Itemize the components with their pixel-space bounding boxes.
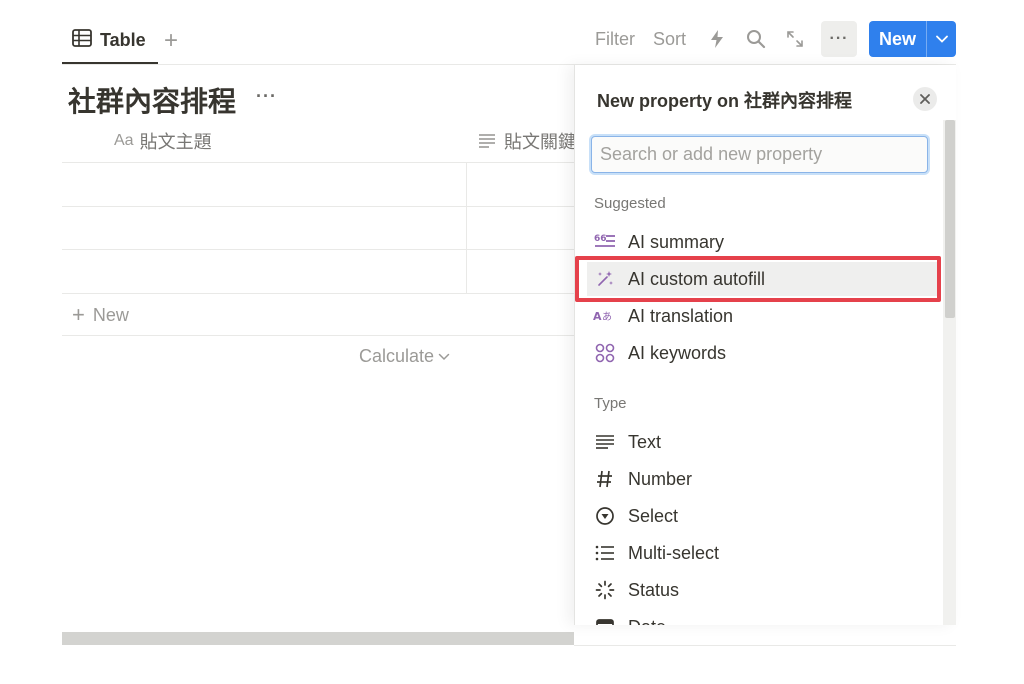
property-type-label: Date	[628, 617, 666, 626]
horizontal-scrollbar[interactable]	[62, 632, 574, 645]
property-option-label: AI translation	[628, 305, 734, 326]
svg-text:66: 66	[594, 234, 607, 244]
automation-bolt-icon[interactable]	[704, 26, 730, 52]
table-icon	[72, 28, 92, 52]
add-view-button[interactable]: +	[164, 27, 178, 55]
highlight-annotation-box	[575, 256, 941, 302]
plus-icon: +	[72, 302, 85, 327]
panel-title: New property on 社群內容排程	[597, 91, 853, 111]
add-row-button[interactable]: + New	[72, 302, 129, 328]
property-type-date[interactable]: Date	[587, 610, 937, 625]
property-type-status[interactable]: Status	[587, 573, 937, 607]
panel-scrollbar[interactable]	[943, 120, 956, 625]
row-divider	[62, 335, 574, 336]
row-divider	[62, 293, 574, 294]
status-spinner-icon	[593, 578, 617, 602]
calculate-button[interactable]: Calculate	[359, 346, 450, 367]
tab-table[interactable]: Table	[62, 18, 158, 64]
list-icon	[593, 541, 617, 565]
title-more-icon[interactable]: ···	[256, 86, 277, 107]
tab-table-label: Table	[100, 29, 146, 50]
ai-translation-icon: Aあ	[593, 304, 617, 328]
type-heading: Type	[594, 395, 627, 412]
add-row-label: New	[92, 304, 129, 325]
property-option-label: AI summary	[628, 231, 725, 252]
property-type-label: Number	[628, 468, 693, 489]
sort-button[interactable]: Sort	[653, 29, 686, 50]
expand-icon[interactable]	[782, 26, 808, 52]
text-type-icon: Aa	[114, 132, 134, 149]
suggested-heading: Suggested	[594, 195, 666, 212]
view-toolbar: Table + Filter Sort ··· New	[62, 18, 956, 64]
property-option-ai-summary[interactable]: 66 AI summary	[587, 225, 937, 259]
calculate-label: Calculate	[359, 346, 435, 366]
calendar-icon	[593, 615, 617, 625]
table-row[interactable]	[62, 250, 574, 293]
text-lines-icon	[478, 133, 496, 149]
bottom-divider	[574, 645, 956, 646]
property-type-label: Select	[628, 505, 679, 526]
column-header-label: 貼文關鍵	[504, 132, 576, 152]
property-search-field[interactable]	[591, 136, 928, 173]
column-divider	[466, 162, 467, 293]
property-type-label: Multi-select	[628, 542, 720, 563]
chevron-down-icon[interactable]	[926, 21, 956, 57]
svg-text:A: A	[593, 310, 602, 323]
new-button-label[interactable]: New	[869, 21, 926, 57]
property-type-label: Text	[628, 431, 662, 452]
property-option-label: AI keywords	[628, 342, 727, 363]
column-header-label: 貼文主題	[139, 132, 212, 152]
property-type-select[interactable]: Select	[587, 499, 937, 533]
property-type-label: Status	[628, 579, 680, 600]
new-record-button[interactable]: New	[868, 21, 956, 57]
more-options-button[interactable]: ···	[820, 21, 857, 57]
property-type-multi-select[interactable]: Multi-select	[587, 536, 937, 570]
new-property-panel: New property on 社群內容排程 Suggested 66 AI s…	[574, 65, 956, 625]
filter-button[interactable]: Filter	[595, 29, 635, 50]
table-row[interactable]	[62, 163, 574, 206]
scrollbar-thumb[interactable]	[945, 120, 955, 318]
property-type-text[interactable]: Text	[587, 425, 937, 459]
chevron-down-icon	[438, 353, 450, 361]
table-row[interactable]	[62, 207, 574, 250]
svg-text:あ: あ	[602, 311, 612, 323]
column-header-keywords[interactable]: 貼文關鍵	[478, 120, 576, 162]
search-icon[interactable]	[743, 26, 769, 52]
hash-icon	[593, 467, 617, 491]
ai-summary-icon: 66	[593, 230, 617, 254]
close-icon[interactable]	[913, 87, 937, 111]
text-lines-icon	[593, 430, 617, 454]
property-type-number[interactable]: Number	[587, 462, 937, 496]
select-circle-icon	[593, 504, 617, 528]
property-option-ai-translation[interactable]: Aあ AI translation	[587, 299, 937, 333]
column-header-title[interactable]: Aa 貼文主題	[114, 120, 212, 162]
ai-keywords-icon	[593, 341, 617, 365]
property-search-input[interactable]	[592, 137, 927, 172]
property-option-ai-keywords[interactable]: AI keywords	[587, 336, 937, 370]
database-title[interactable]: 社群內容排程	[68, 80, 236, 120]
